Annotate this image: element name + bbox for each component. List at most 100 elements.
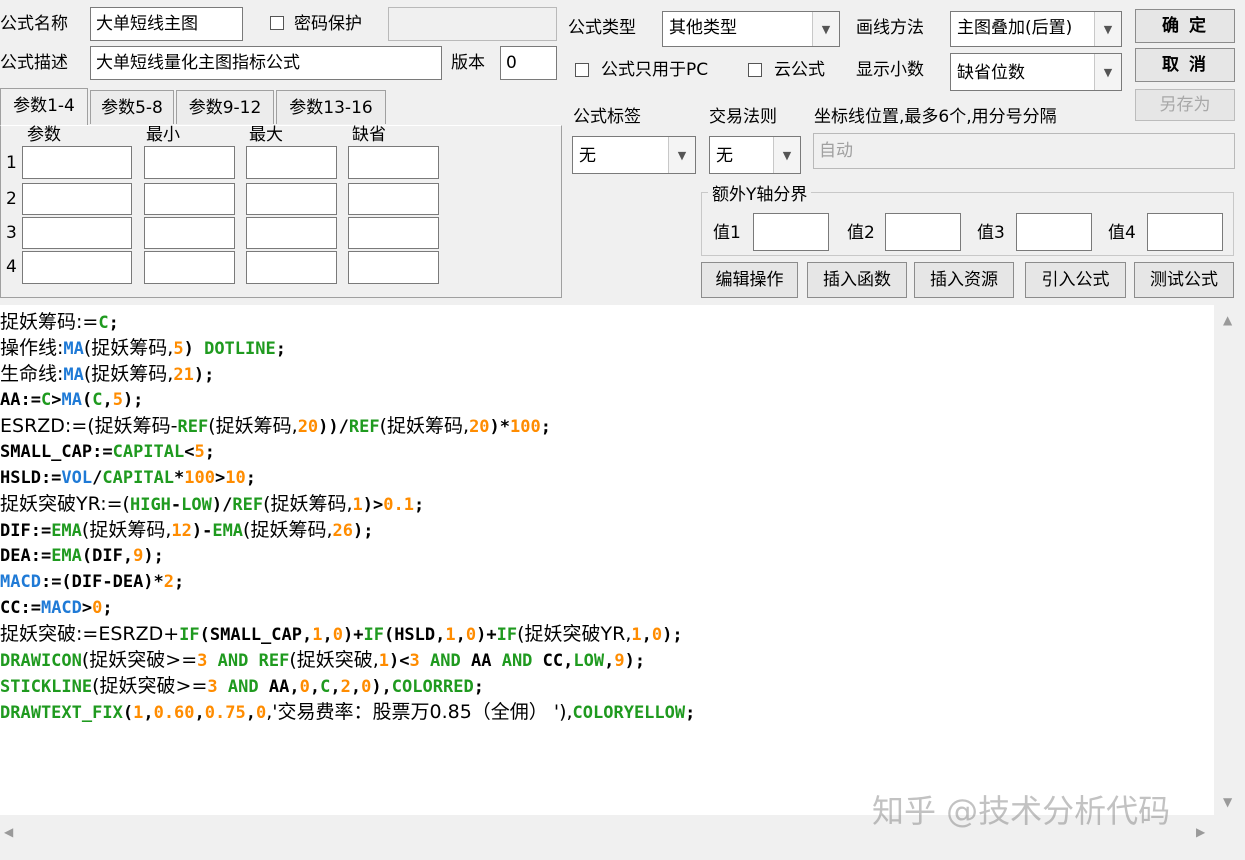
code-line[interactable]: AA:=C>MA(C,5); [0,387,695,413]
code-line[interactable]: HSLD:=VOL/CAPITAL*100>10; [0,465,695,491]
code-editor[interactable]: 捉妖筹码:=C; 操作线:MA(捉妖筹码,5) DOTLINE; 生命线:MA(捉妖… [0,305,1214,815]
formula-desc-field[interactable]: 大单短线量化主图指标公式 [90,46,442,80]
ok-button[interactable]: 确 定 [1135,9,1235,43]
code-token: ); [122,390,144,410]
code-line[interactable]: CC:=MACD>0; [0,595,695,621]
formula-type-select[interactable]: 其他类型 ▼ [662,11,840,47]
code-token: ; [414,495,425,515]
tab-params-9-12[interactable]: 参数9-12 [176,90,274,124]
axis-line-label: 坐标线位置,最多6个,用分号分隔 [814,107,1057,127]
scroll-left-icon[interactable]: ◀ [4,825,13,839]
pc-only-checkbox[interactable] [575,63,589,77]
draw-method-label: 画线方法 [856,18,924,38]
code-line[interactable]: 操作线:MA(捉妖筹码,5) DOTLINE; [0,335,695,361]
scroll-up-icon[interactable]: ▲ [1223,313,1232,327]
code-line[interactable]: STICKLINE(捉妖突破>=3 AND AA,0,C,2,0),COLORR… [0,673,695,699]
code-line[interactable]: DRAWICON(捉妖突破>=3 AND REF(捉妖突破,1)<3 AND A… [0,647,695,673]
value2-field[interactable] [885,213,961,251]
cloud-checkbox[interactable] [748,63,762,77]
code-line[interactable]: 捉妖突破:=ESRZD+IF(SMALL_CAP,1,0)+IF(HSLD,1,… [0,621,695,647]
param-min-input[interactable] [144,251,235,284]
password-checkbox[interactable] [270,16,284,30]
scroll-right-icon[interactable]: ▶ [1196,825,1205,839]
formula-tag-label: 公式标签 [573,107,641,127]
param-name-input[interactable] [22,217,132,249]
param-min-input[interactable] [144,217,235,249]
chevron-down-icon[interactable]: ▼ [668,137,695,173]
formula-tag-value: 无 [579,146,596,166]
param-header-min: 最小 [146,125,180,145]
code-token: , [245,703,256,723]
param-name-input[interactable] [22,183,132,215]
formula-type-label: 公式类型 [568,18,636,38]
code-token: MA [63,365,84,385]
code-token: 0.75 [204,703,246,723]
value4-field[interactable] [1147,213,1223,251]
code-text[interactable]: 捉妖筹码:=C; 操作线:MA(捉妖筹码,5) DOTLINE; 生命线:MA(捉妖… [0,309,695,725]
tab-params-1-4[interactable]: 参数1-4 [0,88,88,126]
code-token: REF [348,417,380,437]
code-token: , [455,625,466,645]
param-max-input[interactable] [246,146,337,179]
code-token: 0.1 [383,495,414,515]
code-line[interactable]: DRAWTEXT_FIX(1,0.60,0.75,0,'交易费率：股票万0.85… [0,699,695,725]
tab-params-13-16[interactable]: 参数13-16 [276,90,386,124]
vertical-scrollbar[interactable]: ▲ ▼ [1214,305,1245,815]
formula-tag-select[interactable]: 无 ▼ [572,136,696,174]
param-default-input[interactable] [348,217,439,249]
version-field[interactable]: 0 [500,46,557,80]
code-line[interactable]: ESRZD:=(捉妖筹码-REF(捉妖筹码,20))/REF(捉妖筹码,20)*… [0,413,695,439]
chevron-down-icon[interactable]: ▼ [1094,54,1121,90]
code-token: , [102,390,113,410]
code-token: 1 [133,703,144,723]
code-token: COLORRED [391,677,474,697]
code-line[interactable]: DEA:=EMA(DIF,9); [0,543,695,569]
code-line[interactable]: 捉妖突破YR:=(HIGH-LOW)/REF(捉妖筹码,1)>0.1; [0,491,695,517]
code-token: (捉妖筹码, [81,519,172,541]
code-token: ); [624,651,646,671]
code-token: 10 [225,468,246,488]
tab-params-5-8[interactable]: 参数5-8 [90,90,174,124]
code-line[interactable]: SMALL_CAP:=CAPITAL<5; [0,439,695,465]
trade-rule-select[interactable]: 无 ▼ [709,136,801,174]
code-token: 生命线: [0,363,64,385]
value3-field[interactable] [1016,213,1092,251]
value1-field[interactable] [753,213,829,251]
code-token: , [350,677,362,697]
insert-function-button[interactable]: 插入函数 [807,262,907,298]
code-token: - [170,495,182,515]
scroll-down-icon[interactable]: ▼ [1223,795,1232,809]
code-line[interactable]: 捉妖筹码:=C; [0,309,695,335]
param-name-input[interactable] [22,251,132,284]
edit-operation-button[interactable]: 编辑操作 [701,262,798,298]
decimal-select[interactable]: 缺省位数 ▼ [950,53,1122,91]
param-default-input[interactable] [348,183,439,215]
param-row-number: 3 [6,223,17,243]
code-token: CC, [532,651,574,671]
code-line[interactable]: MACD:=(DIF-DEA)*2; [0,569,695,595]
cancel-button[interactable]: 取 消 [1135,48,1235,82]
param-max-input[interactable] [246,217,337,249]
param-default-input[interactable] [348,146,439,179]
code-line[interactable]: 生命线:MA(捉妖筹码,21); [0,361,695,387]
param-default-input[interactable] [348,251,439,284]
test-formula-button[interactable]: 测试公式 [1134,262,1234,298]
code-token: (SMALL_CAP, [199,625,313,645]
param-max-input[interactable] [246,251,337,284]
import-formula-button[interactable]: 引入公式 [1025,262,1126,298]
param-name-input[interactable] [22,146,132,179]
param-min-input[interactable] [144,146,235,179]
code-token: , [143,703,154,723]
param-min-input[interactable] [144,183,235,215]
formula-name-field[interactable]: 大单短线主图 [90,7,243,41]
param-row-number: 1 [6,153,17,173]
insert-resource-button[interactable]: 插入资源 [914,262,1014,298]
cloud-label: 云公式 [774,60,825,80]
chevron-down-icon[interactable]: ▼ [812,12,839,46]
draw-method-select[interactable]: 主图叠加(后置) ▼ [950,11,1122,47]
formula-type-value: 其他类型 [669,18,737,38]
code-line[interactable]: DIF:=EMA(捉妖筹码,12)-EMA(捉妖筹码,26); [0,517,695,543]
chevron-down-icon[interactable]: ▼ [1094,12,1121,46]
param-max-input[interactable] [246,183,337,215]
chevron-down-icon[interactable]: ▼ [773,137,800,173]
